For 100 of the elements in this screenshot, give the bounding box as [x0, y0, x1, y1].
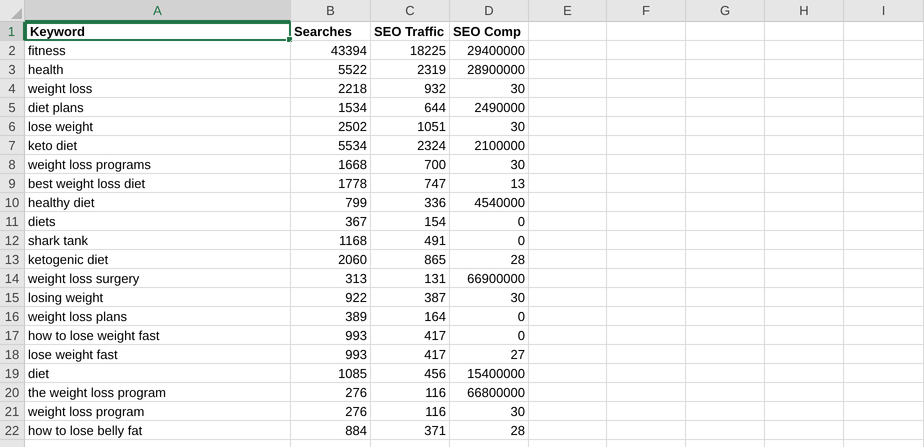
table-cell[interactable]: SEO Comp [450, 22, 529, 41]
table-cell[interactable] [529, 326, 607, 345]
table-cell[interactable] [607, 421, 686, 440]
table-cell[interactable]: 2218 [291, 79, 371, 98]
table-cell[interactable]: 1778 [291, 174, 371, 193]
table-cell[interactable] [765, 402, 844, 421]
row-header[interactable]: 5 [0, 98, 25, 117]
table-cell[interactable]: 371 [371, 421, 450, 440]
table-cell[interactable] [844, 79, 924, 98]
table-cell[interactable] [529, 231, 607, 250]
table-cell[interactable]: diet plans [25, 98, 291, 117]
table-cell[interactable] [686, 326, 765, 345]
table-cell[interactable]: weight loss plans [25, 307, 291, 326]
table-cell[interactable]: 30 [450, 288, 529, 307]
table-cell[interactable]: 116 [371, 402, 450, 421]
table-cell[interactable]: 131 [371, 269, 450, 288]
table-cell[interactable]: 700 [371, 155, 450, 174]
table-cell[interactable] [607, 383, 686, 402]
table-cell[interactable] [529, 288, 607, 307]
table-cell[interactable] [529, 269, 607, 288]
table-cell[interactable] [844, 22, 924, 41]
table-cell[interactable] [686, 136, 765, 155]
table-cell[interactable] [607, 174, 686, 193]
table-cell[interactable] [765, 364, 844, 383]
table-cell[interactable]: 456 [371, 364, 450, 383]
row-header[interactable]: 22 [0, 421, 25, 440]
table-cell[interactable] [686, 383, 765, 402]
table-cell[interactable]: weight loss surgery [25, 269, 291, 288]
column-header[interactable]: I [844, 0, 924, 22]
table-cell[interactable]: 2502 [291, 117, 371, 136]
table-cell[interactable]: 2490000 [450, 98, 529, 117]
table-cell[interactable] [844, 402, 924, 421]
table-cell[interactable] [607, 250, 686, 269]
table-cell[interactable]: 1668 [291, 155, 371, 174]
fill-handle[interactable] [286, 36, 293, 43]
table-cell[interactable] [765, 231, 844, 250]
table-cell[interactable] [529, 345, 607, 364]
table-cell[interactable]: health [25, 60, 291, 79]
table-cell[interactable]: Keyword [25, 22, 291, 41]
table-cell[interactable] [765, 307, 844, 326]
table-cell[interactable] [529, 364, 607, 383]
table-cell[interactable] [765, 383, 844, 402]
table-cell[interactable] [844, 41, 924, 60]
table-cell[interactable]: 0 [450, 326, 529, 345]
table-cell[interactable]: 15400000 [450, 364, 529, 383]
row-header[interactable]: 6 [0, 117, 25, 136]
table-cell[interactable]: diet [25, 364, 291, 383]
table-cell[interactable] [686, 250, 765, 269]
table-cell[interactable] [844, 174, 924, 193]
table-cell[interactable] [765, 79, 844, 98]
table-cell[interactable]: 799 [291, 193, 371, 212]
table-cell[interactable] [529, 174, 607, 193]
table-cell[interactable]: how to lose weight fast [25, 326, 291, 345]
table-cell[interactable]: keto diet [25, 136, 291, 155]
table-cell[interactable]: 13 [450, 174, 529, 193]
table-cell[interactable] [844, 212, 924, 231]
table-cell[interactable]: 18225 [371, 41, 450, 60]
table-cell[interactable] [686, 193, 765, 212]
row-header[interactable]: 1 [0, 22, 25, 41]
table-cell[interactable] [607, 269, 686, 288]
table-cell[interactable]: 884 [291, 421, 371, 440]
table-cell[interactable]: 66800000 [450, 383, 529, 402]
table-cell[interactable] [686, 421, 765, 440]
column-header[interactable]: D [450, 0, 529, 22]
column-header[interactable]: E [529, 0, 607, 22]
table-cell[interactable] [765, 269, 844, 288]
table-cell[interactable]: weight loss [25, 79, 291, 98]
row-header[interactable]: 20 [0, 383, 25, 402]
table-cell[interactable] [765, 212, 844, 231]
table-cell[interactable] [686, 60, 765, 79]
table-cell[interactable] [765, 60, 844, 79]
table-cell[interactable]: 387 [371, 288, 450, 307]
table-cell[interactable]: 0 [450, 212, 529, 231]
table-cell[interactable]: 154 [371, 212, 450, 231]
table-cell[interactable]: 27 [450, 345, 529, 364]
table-cell[interactable] [844, 155, 924, 174]
table-cell[interactable] [607, 288, 686, 307]
table-cell[interactable]: fitness [25, 41, 291, 60]
table-cell[interactable] [529, 22, 607, 41]
table-cell[interactable]: 922 [291, 288, 371, 307]
table-cell[interactable]: Searches [291, 22, 371, 41]
table-cell[interactable] [686, 402, 765, 421]
row-header[interactable]: 7 [0, 136, 25, 155]
table-cell[interactable]: weight loss program [25, 402, 291, 421]
table-cell[interactable] [529, 98, 607, 117]
table-cell[interactable] [844, 421, 924, 440]
table-cell[interactable] [686, 155, 765, 174]
table-cell[interactable] [686, 288, 765, 307]
column-header[interactable]: C [371, 0, 450, 22]
table-cell[interactable] [686, 98, 765, 117]
table-cell[interactable] [529, 60, 607, 79]
table-cell[interactable]: 28 [450, 250, 529, 269]
table-cell[interactable] [607, 307, 686, 326]
row-header[interactable]: 10 [0, 193, 25, 212]
table-cell[interactable] [686, 307, 765, 326]
table-cell[interactable] [607, 98, 686, 117]
table-cell[interactable] [607, 364, 686, 383]
table-cell[interactable]: 1085 [291, 364, 371, 383]
table-cell[interactable]: 0 [450, 231, 529, 250]
table-cell[interactable]: healthy diet [25, 193, 291, 212]
